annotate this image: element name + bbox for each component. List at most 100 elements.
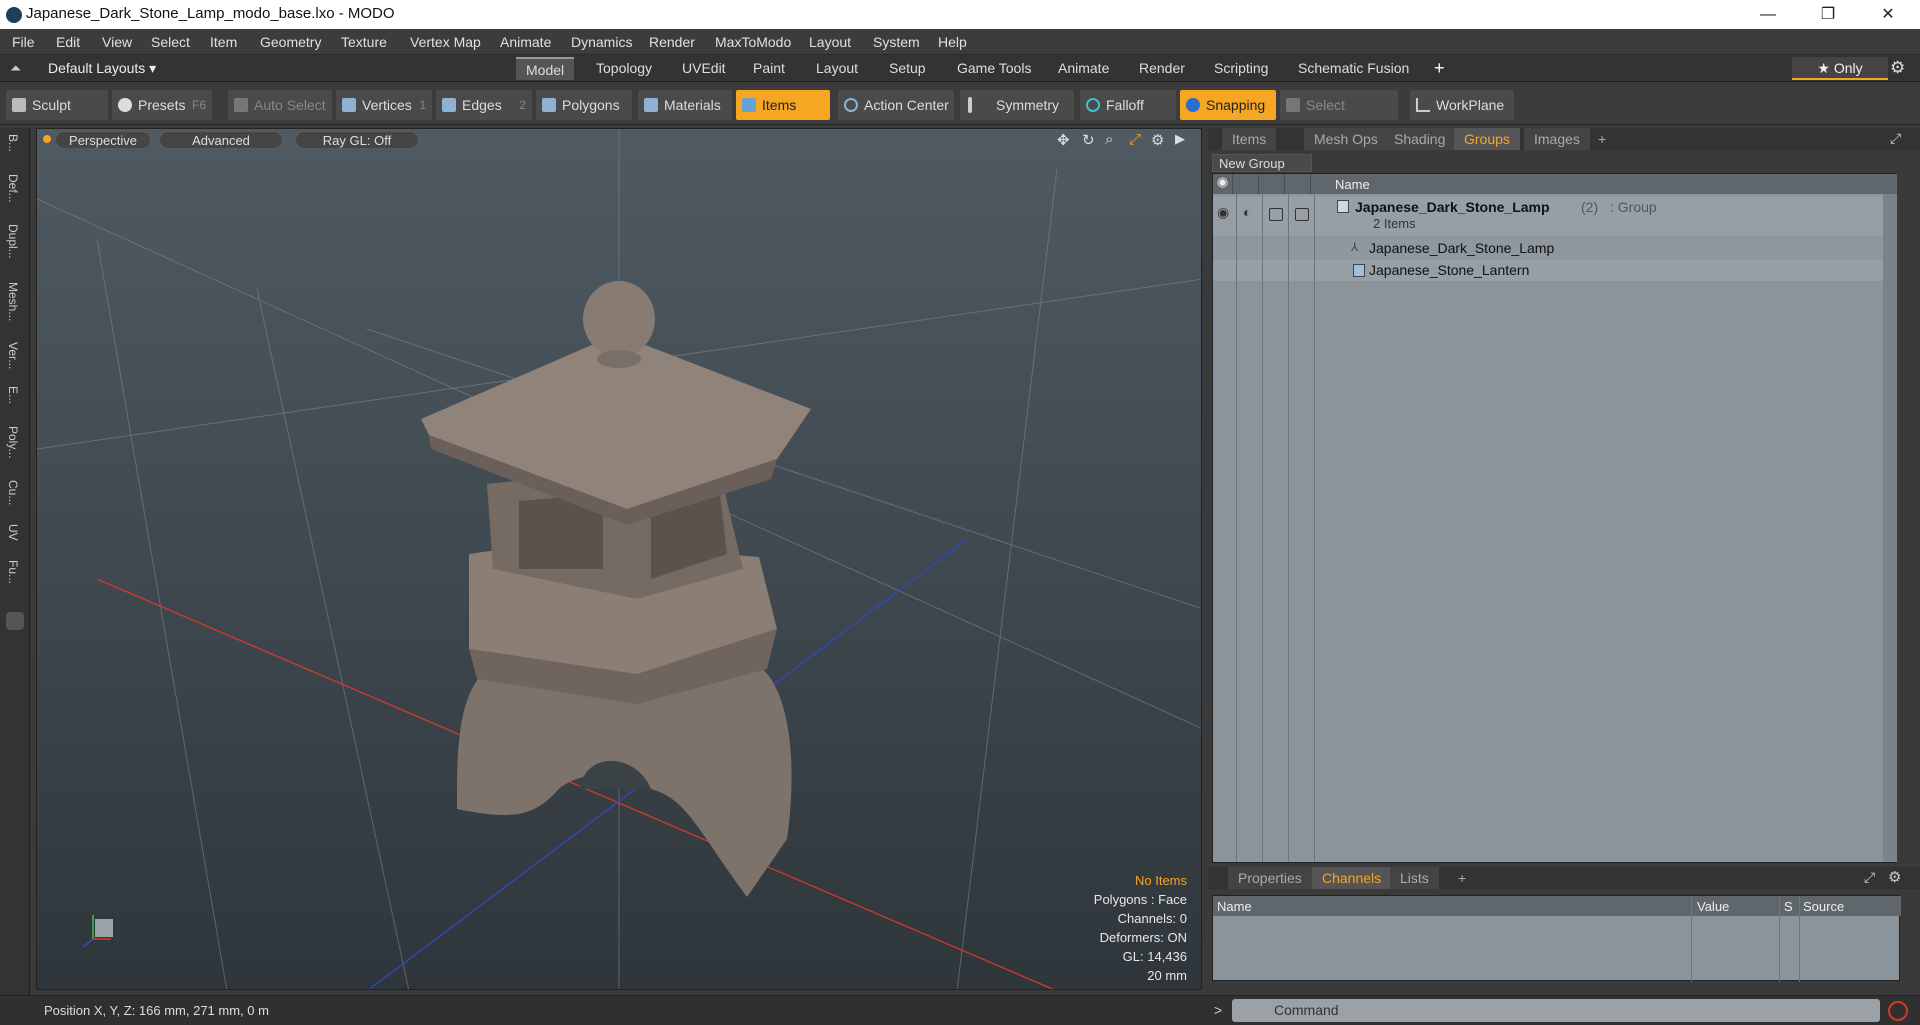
channels-col-source[interactable]: Source (1803, 899, 1844, 914)
tree-scrollbar[interactable] (1883, 194, 1897, 862)
polygons-button[interactable]: Polygons (536, 90, 632, 120)
3d-viewport[interactable]: Perspective Advanced Ray GL: Off ✥ ↻ ⌕ ⤢… (36, 128, 1202, 990)
tab-game-tools[interactable]: Game Tools (947, 57, 1041, 80)
presets-button[interactable]: Presets F6 (112, 90, 212, 120)
tab-topology[interactable]: Topology (586, 57, 662, 80)
tab-animate[interactable]: Animate (1048, 57, 1119, 80)
items-button[interactable]: Items (736, 90, 830, 120)
restore-button[interactable]: ❐ (1800, 0, 1856, 29)
tab-setup[interactable]: Setup (879, 57, 936, 80)
tab-schematic-fusion[interactable]: Schematic Fusion (1288, 57, 1419, 80)
snapping-button[interactable]: Snapping (1180, 90, 1276, 120)
layout-gear-icon[interactable]: ⚙ (1890, 58, 1905, 78)
menu-geometry[interactable]: Geometry (260, 34, 321, 50)
group-visibility-icon[interactable]: ◉ (1217, 204, 1229, 221)
pan-icon[interactable]: ✥ (1057, 131, 1070, 149)
channels-col-value[interactable]: Value (1697, 899, 1729, 914)
auto-select-button[interactable]: Auto Select (228, 90, 332, 120)
viewport-menu-dot-icon[interactable] (43, 135, 51, 143)
side-tab-fusion[interactable]: Fu... (6, 560, 20, 584)
channels-gear-icon[interactable]: ⚙ (1888, 868, 1901, 886)
group-lock-checkbox[interactable] (1269, 208, 1283, 221)
tree-item-row[interactable]: ⅄ Japanese_Dark_Stone_Lamp (1213, 238, 1897, 259)
vertices-button[interactable]: Vertices 1 (336, 90, 432, 120)
edges-button[interactable]: Edges 2 (436, 90, 532, 120)
side-tab-mesh[interactable]: Mesh... (6, 282, 20, 321)
menu-edit[interactable]: Edit (56, 34, 80, 50)
channels-expand-icon[interactable]: ⤢ (1864, 869, 1875, 886)
only-button[interactable]: ★ Only (1792, 57, 1888, 80)
name-column-header[interactable]: Name (1335, 177, 1370, 192)
menu-maxtomodo[interactable]: MaxToModo (715, 34, 791, 50)
tab-layout[interactable]: Layout (806, 57, 868, 80)
zoom-icon[interactable]: ⌕ (1105, 131, 1113, 148)
side-tab-edge[interactable]: E... (6, 386, 20, 404)
raygl-button[interactable]: Ray GL: Off (295, 131, 419, 149)
side-tab-duplicate[interactable]: Dupl... (6, 224, 20, 259)
minimize-button[interactable]: — (1740, 0, 1796, 29)
workplane-button[interactable]: WorkPlane (1410, 90, 1514, 120)
menu-view[interactable]: View (102, 34, 132, 50)
lock-column-icon[interactable] (1265, 174, 1285, 194)
stone-lantern-model[interactable] (421, 281, 811, 897)
select-through-button[interactable]: Select Through (1280, 90, 1398, 143)
tab-mesh-ops[interactable]: Mesh Ops (1304, 128, 1389, 150)
viewport-expand-icon[interactable]: ▶ (1175, 131, 1185, 147)
menu-animate[interactable]: Animate (500, 34, 551, 50)
side-tab-polygon[interactable]: Poly... (6, 426, 20, 458)
tab-images[interactable]: Images (1524, 128, 1591, 150)
tab-channels[interactable]: Channels (1312, 867, 1393, 889)
command-input[interactable]: Command (1232, 999, 1880, 1022)
panel-expand-icon[interactable]: ⤢ (1890, 130, 1901, 147)
side-tab-deform[interactable]: Def... (6, 174, 20, 203)
viewport-settings-icon[interactable]: ⚙ (1151, 131, 1164, 149)
tab-properties[interactable]: Properties (1228, 867, 1313, 889)
menu-texture[interactable]: Texture (341, 34, 387, 50)
side-tab-vertex[interactable]: Ver... (6, 342, 20, 369)
symmetry-button[interactable]: Symmetry (960, 90, 1074, 120)
shading-advanced-button[interactable]: Advanced (159, 131, 283, 149)
tab-render[interactable]: Render (1129, 57, 1195, 80)
side-tab-basic[interactable]: B... (6, 134, 20, 152)
menu-select[interactable]: Select (151, 34, 190, 50)
tab-paint[interactable]: Paint (743, 57, 795, 80)
tab-shading[interactable]: Shading (1384, 128, 1457, 150)
menu-dynamics[interactable]: Dynamics (571, 34, 632, 50)
tab-lists[interactable]: Lists (1390, 867, 1440, 889)
tab-items[interactable]: Items (1222, 128, 1278, 150)
tab-model[interactable]: Model (516, 57, 575, 80)
menu-help[interactable]: Help (938, 34, 967, 50)
close-button[interactable]: ✕ (1860, 0, 1916, 29)
render-column-icon[interactable] (1239, 174, 1259, 194)
falloff-button[interactable]: Falloff (1080, 90, 1176, 120)
visibility-column-icon[interactable]: ◉ (1213, 174, 1233, 194)
add-tab-button[interactable]: + (1424, 57, 1455, 80)
select-column-icon[interactable] (1291, 174, 1311, 194)
group-select-checkbox[interactable] (1295, 208, 1309, 221)
collapse-icon[interactable]: ⏶ (10, 60, 26, 76)
side-tab-curve[interactable]: Cu... (6, 480, 20, 505)
view-perspective-button[interactable]: Perspective (55, 131, 151, 149)
menu-layout[interactable]: Layout (809, 34, 851, 50)
group-row[interactable]: ◉ ◐ Japanese_Dark_Stone_Lamp (2) : Group… (1213, 196, 1897, 236)
add-panel-tab-button[interactable]: + (1588, 128, 1618, 150)
sculpt-button[interactable]: Sculpt (6, 90, 108, 120)
menu-item[interactable]: Item (210, 34, 237, 50)
channels-col-name[interactable]: Name (1217, 899, 1252, 914)
layouts-dropdown[interactable]: Default Layouts ▾ (48, 60, 156, 77)
side-expand-icon[interactable] (6, 612, 24, 630)
action-center-button[interactable]: Action Center (838, 90, 954, 120)
tab-groups[interactable]: Groups (1454, 128, 1521, 150)
group-render-icon[interactable]: ◐ (1243, 204, 1251, 220)
rotate-icon[interactable]: ↻ (1082, 131, 1095, 149)
maximize-viewport-icon[interactable]: ⤢ (1129, 131, 1141, 148)
tab-scripting[interactable]: Scripting (1204, 57, 1278, 80)
menu-render[interactable]: Render (649, 34, 695, 50)
tab-uvedit[interactable]: UVEdit (672, 57, 736, 80)
tree-item-row[interactable]: Japanese_Stone_Lantern (1213, 260, 1897, 281)
menu-file[interactable]: File (12, 34, 35, 50)
side-tab-uv[interactable]: UV (6, 524, 20, 541)
menu-vertex-map[interactable]: Vertex Map (410, 34, 481, 50)
record-icon[interactable] (1888, 1001, 1908, 1021)
new-group-button[interactable]: New Group (1212, 154, 1312, 172)
